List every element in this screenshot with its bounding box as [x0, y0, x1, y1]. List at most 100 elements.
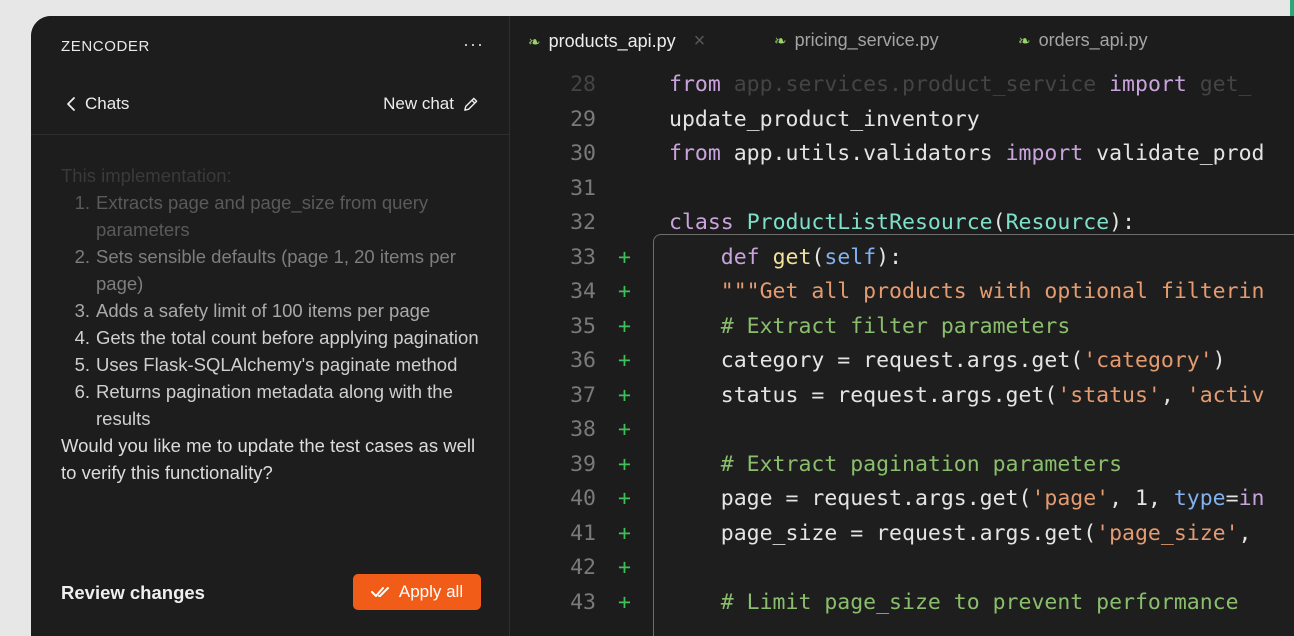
- line-number: 33: [570, 244, 596, 270]
- added-line-marker: +: [618, 313, 631, 339]
- close-tab-icon[interactable]: ×: [694, 30, 706, 53]
- list-item: 4. Gets the total count before applying p…: [61, 324, 481, 351]
- line-source: update_product_inventory: [669, 106, 980, 132]
- added-line-marker: +: [618, 244, 631, 270]
- tab-products-api[interactable]: ❧ products_api.py ×: [528, 30, 705, 53]
- code-line: 42 +: [510, 551, 1294, 585]
- added-line-marker: +: [618, 417, 631, 442]
- line-number: 36: [570, 348, 596, 373]
- double-check-icon: [370, 587, 389, 597]
- apply-all-button[interactable]: Apply all: [353, 574, 481, 610]
- tab-orders-api[interactable]: ❧ orders_api.py: [1018, 30, 1148, 51]
- added-line-marker: +: [618, 555, 631, 580]
- step-number: 3.: [74, 300, 90, 321]
- new-chat-button[interactable]: New chat: [383, 94, 479, 114]
- line-number: 39: [570, 451, 596, 477]
- step-text: Gets the total count before applying pag…: [96, 327, 479, 348]
- step-number: 4.: [74, 327, 90, 348]
- code-line: 30 from app.utils.validators import valid…: [510, 137, 1294, 171]
- python-file-icon: ❧: [528, 33, 541, 51]
- line-number: 38: [570, 417, 596, 442]
- line-number: 37: [570, 382, 596, 408]
- line-source: page_size = request.args.get('page_size'…: [669, 520, 1252, 546]
- tab-label: orders_api.py: [1038, 30, 1148, 50]
- line-source: """Get all products with optional filter…: [720, 279, 1265, 304]
- code-line: 33 + def get(self):: [510, 241, 1294, 275]
- line-number: 42: [570, 555, 596, 580]
- code-line: 41 + page_size = request.args.get('page_s…: [510, 517, 1294, 551]
- line-number: 30: [570, 141, 596, 166]
- line-source: from app.services.product_service import…: [669, 72, 1252, 97]
- review-changes-label: Review changes: [61, 582, 205, 603]
- code-line: 40 + page = request.args.get('page', 1, t…: [510, 482, 1294, 516]
- step-list: 1. Extracts page and page_size from query…: [61, 189, 481, 432]
- code-line: 39 + # Extract pagination parameters: [510, 448, 1294, 482]
- editor-tab-bar: ❧ products_api.py × ❧ pricing_service.py…: [510, 16, 1294, 66]
- tab-pricing-service[interactable]: ❧ pricing_service.py: [774, 30, 939, 51]
- added-line-marker: +: [618, 486, 631, 511]
- line-source: class ProductListResource(Resource):: [669, 210, 1136, 235]
- back-to-chats-label: Chats: [85, 94, 130, 113]
- panel-divider: [31, 134, 509, 135]
- step-text: Extracts page and page_size from query p…: [96, 192, 429, 240]
- code-line: 28 from app.services.product_service impo…: [510, 68, 1294, 102]
- line-number: 35: [570, 313, 596, 339]
- list-item: 6. Returns pagination metadata along with…: [61, 378, 481, 432]
- list-item: 2. Sets sensible defaults (page 1, 20 ite…: [61, 243, 481, 297]
- new-chat-label: New chat: [383, 94, 454, 113]
- back-to-chats-button[interactable]: Chats: [65, 94, 129, 114]
- line-source: from app.utils.validators import validat…: [669, 141, 1265, 166]
- step-number: 6.: [74, 381, 90, 402]
- line-number: 40: [570, 486, 596, 511]
- code-line: 31: [510, 172, 1294, 206]
- tab-label: products_api.py: [548, 31, 676, 51]
- step-number: 1.: [74, 192, 90, 213]
- list-item: 5. Uses Flask-SQLAlchemy's paginate metho…: [61, 351, 481, 378]
- line-source: category = request.args.get('category'): [669, 348, 1226, 373]
- step-number: 2.: [74, 246, 90, 267]
- code-line: 38 +: [510, 413, 1294, 447]
- step-text: Adds a safety limit of 100 items per pag…: [96, 300, 431, 321]
- line-source: page = request.args.get('page', 1, type=…: [669, 486, 1265, 511]
- added-line-marker: +: [618, 279, 631, 304]
- added-line-marker: +: [618, 348, 631, 373]
- added-line-marker: +: [618, 451, 631, 477]
- code-line: 43 + # Limit page_size to prevent perform…: [510, 586, 1294, 620]
- list-item: 1. Extracts page and page_size from query…: [61, 189, 481, 243]
- line-number: 34: [570, 279, 596, 304]
- pencil-icon: [464, 97, 478, 111]
- step-text: Returns pagination metadata along with t…: [96, 381, 453, 429]
- added-line-marker: +: [618, 589, 631, 615]
- more-options-icon[interactable]: ···: [463, 34, 484, 55]
- assistant-message: This implementation: 1. Extracts page and…: [61, 162, 481, 486]
- line-number: 28: [570, 72, 596, 97]
- line-number: 32: [570, 210, 596, 235]
- list-item: 3. Adds a safety limit of 100 items per p…: [61, 297, 481, 324]
- step-text: Sets sensible defaults (page 1, 20 items…: [96, 246, 456, 294]
- line-number: 43: [570, 589, 596, 615]
- step-number: 5.: [74, 354, 90, 375]
- chat-panel: ZENCODER ··· Chats New chat This impleme…: [31, 16, 510, 636]
- code-line: 36 + category = request.args.get('categor…: [510, 344, 1294, 378]
- message-intro: This implementation:: [61, 165, 232, 186]
- code-line: 35 + # Extract filter parameters: [510, 310, 1294, 344]
- code-line: 32 class ProductListResource(Resource):: [510, 206, 1294, 240]
- line-number: 41: [570, 520, 596, 546]
- line-number: 31: [570, 175, 596, 201]
- tab-label: pricing_service.py: [794, 30, 939, 50]
- apply-all-label: Apply all: [398, 582, 464, 601]
- brand-title: ZENCODER: [61, 38, 150, 55]
- line-source: def get(self):: [720, 244, 903, 270]
- added-line-marker: +: [618, 382, 631, 408]
- line-source: status = request.args.get('status', 'act…: [669, 382, 1265, 408]
- code-line: 29 update_product_inventory: [510, 103, 1294, 137]
- python-file-icon: ❧: [774, 32, 787, 50]
- follow-up-question: Would you like me to update the test cas…: [61, 435, 476, 483]
- code-line: 34 + """Get all products with optional fi…: [510, 275, 1294, 309]
- code-editor: ❧ products_api.py × ❧ pricing_service.py…: [510, 16, 1294, 636]
- line-number: 29: [570, 106, 596, 132]
- ide-window: ZENCODER ··· Chats New chat This impleme…: [31, 16, 1294, 636]
- line-source: # Extract filter parameters: [720, 313, 1071, 339]
- python-file-icon: ❧: [1018, 32, 1031, 50]
- added-line-marker: +: [618, 520, 631, 546]
